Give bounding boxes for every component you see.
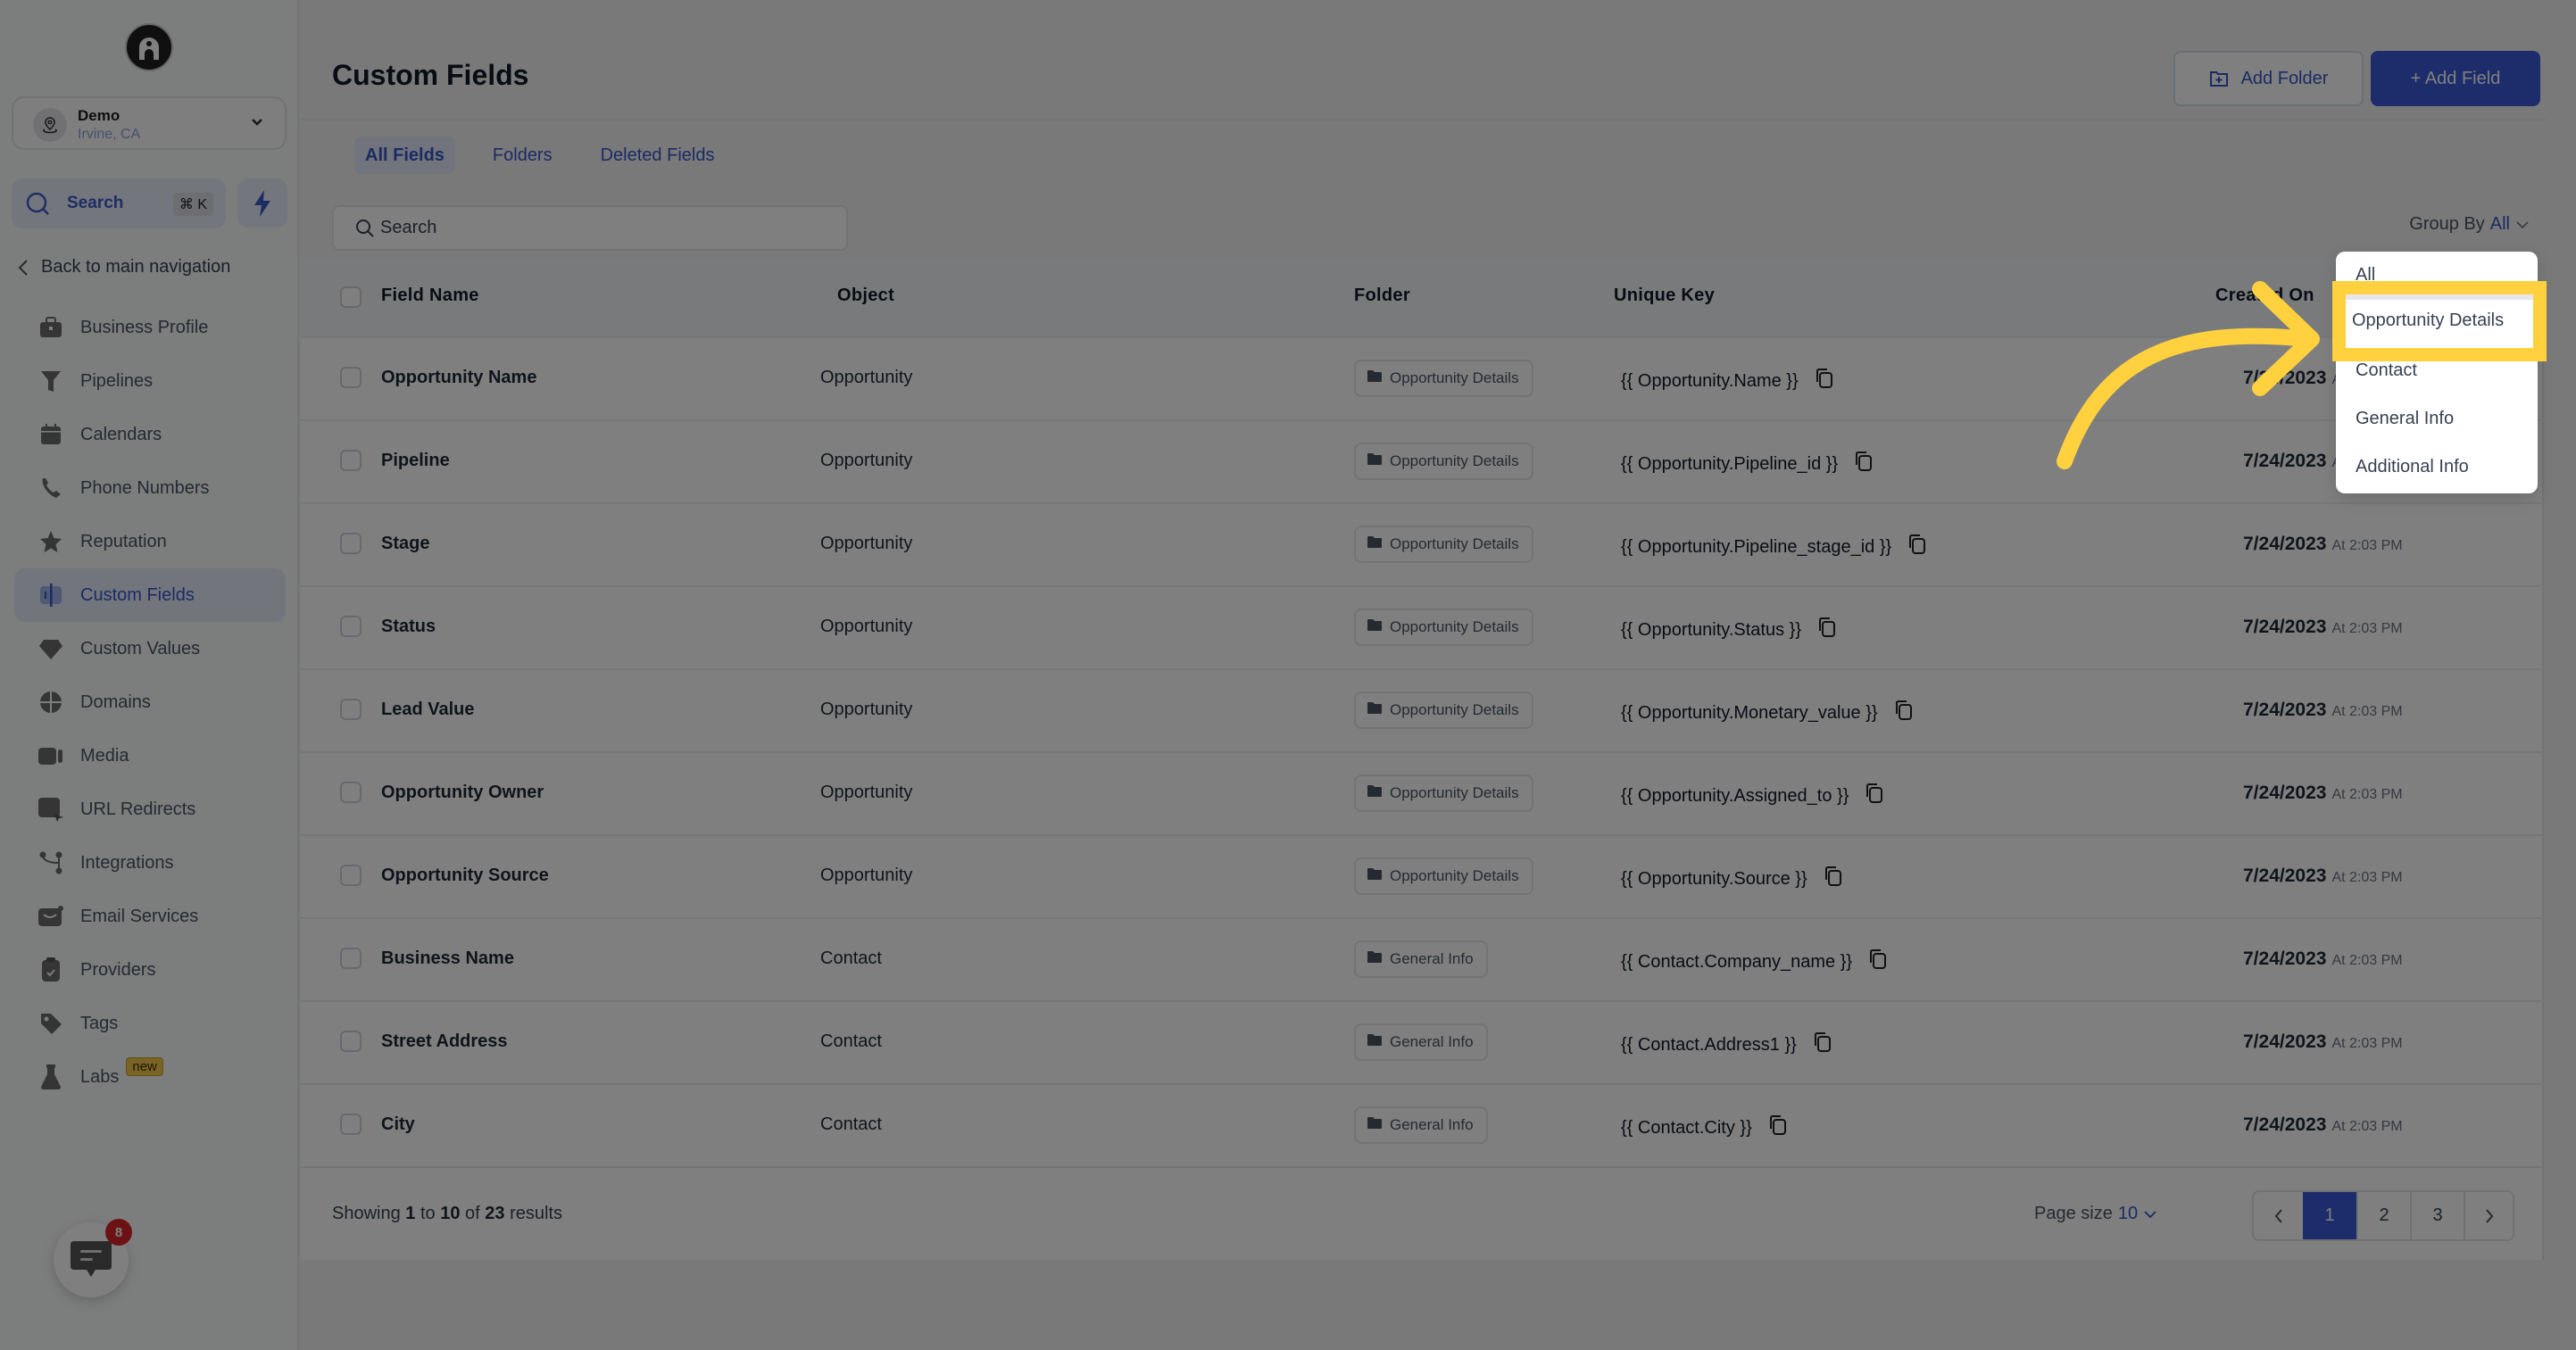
dropdown-option-contact[interactable]: Contact [2356, 360, 2417, 381]
modal-backdrop [0, 0, 2576, 1350]
dropdown-option-opportunity-details[interactable]: Opportunity Details [2346, 294, 2533, 348]
dropdown-option-label: Opportunity Details [2352, 311, 2505, 330]
dropdown-option-general-info[interactable]: General Info [2356, 409, 2454, 429]
dropdown-option-additional-info[interactable]: Additional Info [2356, 457, 2469, 477]
highlight-box: Opportunity Details [2332, 281, 2547, 361]
